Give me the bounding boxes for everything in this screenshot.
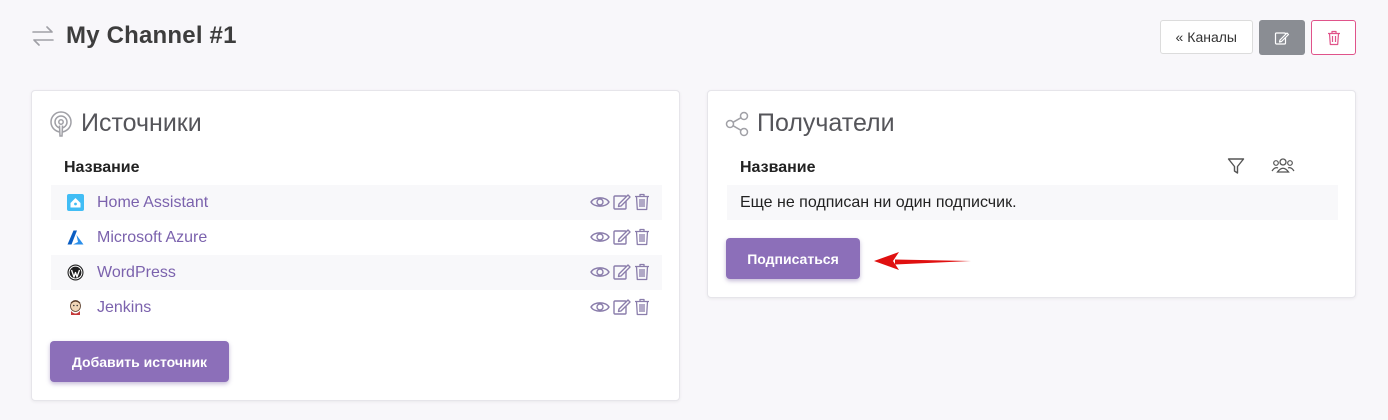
- add-source-button[interactable]: Добавить источник: [50, 341, 229, 382]
- eye-icon[interactable]: [590, 298, 610, 316]
- channels-button[interactable]: « Каналы: [1159, 20, 1253, 54]
- source-row-microsoft-azure: Microsoft Azure: [51, 220, 662, 255]
- trash-icon[interactable]: [634, 298, 650, 316]
- row-actions: [590, 263, 650, 281]
- sources-title: Источники: [81, 109, 202, 137]
- double-chevron-left-icon: «: [1175, 29, 1184, 45]
- recipients-title: Получатели: [757, 109, 895, 137]
- row-actions: [590, 298, 650, 316]
- wordpress-icon: [67, 264, 84, 281]
- transfer-arrows-icon: [32, 26, 54, 46]
- eye-icon[interactable]: [590, 263, 610, 281]
- edit-icon[interactable]: [612, 298, 632, 316]
- trash-icon[interactable]: [634, 193, 650, 211]
- eye-icon[interactable]: [590, 228, 610, 246]
- row-actions: [590, 228, 650, 246]
- channels-button-label: Каналы: [1187, 29, 1237, 45]
- row-actions: [590, 193, 650, 211]
- annotation-arrow-icon: [874, 252, 971, 270]
- eye-icon[interactable]: [590, 193, 610, 211]
- subscribe-button[interactable]: Подписаться: [726, 238, 860, 279]
- edit-icon[interactable]: [612, 193, 632, 211]
- sources-header: Источники: [49, 109, 202, 138]
- page-title: My Channel #1: [66, 22, 237, 49]
- top-bar: My Channel #1 « Каналы: [30, 20, 1356, 56]
- source-link[interactable]: Microsoft Azure: [97, 229, 207, 247]
- delete-channel-button[interactable]: [1311, 20, 1356, 55]
- top-actions: « Каналы: [1159, 20, 1356, 55]
- home-assistant-icon: [67, 194, 84, 211]
- source-row-jenkins: Jenkins: [51, 290, 662, 325]
- source-link[interactable]: Jenkins: [97, 299, 151, 317]
- trash-icon: [1327, 30, 1340, 45]
- title-group: My Channel #1: [30, 22, 237, 50]
- edit-icon[interactable]: [612, 263, 632, 281]
- recipients-column-name: Название: [740, 159, 816, 176]
- sources-column-name: Название: [64, 159, 140, 176]
- azure-icon: [67, 229, 84, 246]
- edit-channel-button[interactable]: [1259, 20, 1305, 55]
- trash-icon[interactable]: [634, 228, 650, 246]
- share-icon: [725, 111, 749, 136]
- source-row-home-assistant: Home Assistant: [51, 185, 662, 220]
- recipients-empty-message: Еще не подписан ни один подписчик.: [727, 185, 1338, 220]
- source-row-wordpress: WordPress: [51, 255, 662, 290]
- users-group-icon[interactable]: [1271, 157, 1295, 180]
- filter-icon[interactable]: [1227, 157, 1245, 180]
- recipients-head-actions: [1227, 157, 1295, 180]
- sources-list: Home Assistant Microsoft Azure WordPress…: [51, 185, 662, 325]
- source-link[interactable]: WordPress: [97, 264, 176, 282]
- edit-icon[interactable]: [612, 228, 632, 246]
- edit-icon: [1274, 31, 1290, 45]
- recipients-card: Получатели Название Еще не подписан ни о…: [707, 90, 1356, 298]
- trash-icon[interactable]: [634, 263, 650, 281]
- podcast-icon: [50, 110, 72, 137]
- recipients-header: Получатели: [725, 109, 895, 138]
- sources-card: Источники Название Home Assistant Micros…: [31, 90, 680, 401]
- jenkins-icon: [67, 299, 84, 316]
- source-link[interactable]: Home Assistant: [97, 194, 208, 212]
